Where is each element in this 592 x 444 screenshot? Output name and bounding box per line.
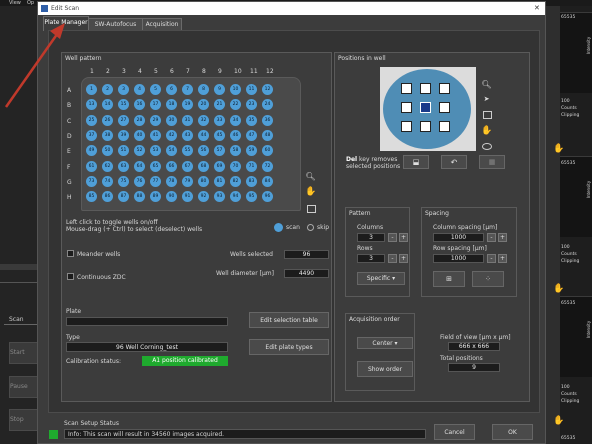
arrow-head — [50, 23, 65, 39]
annotation-arrow — [4, 23, 65, 108]
arrow-shaft — [4, 29, 62, 108]
